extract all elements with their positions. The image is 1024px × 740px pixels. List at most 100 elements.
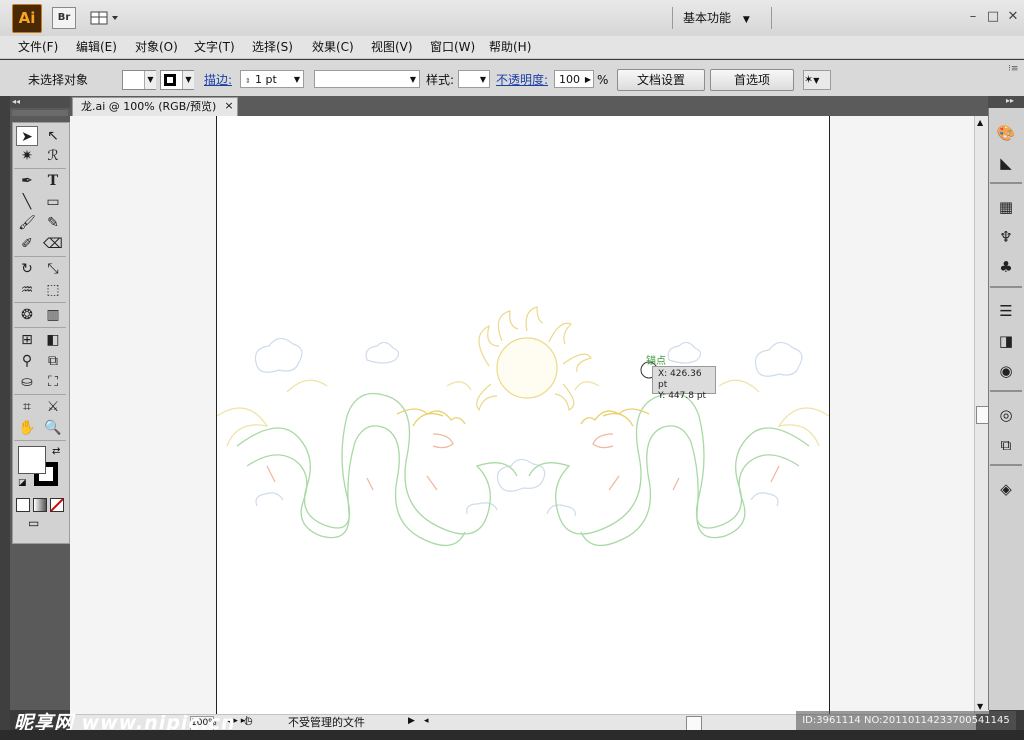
scroll-up-icon[interactable]: ▲ bbox=[977, 118, 983, 127]
color-guide-icon[interactable]: ◣ bbox=[994, 152, 1018, 174]
menu-file[interactable]: 文件(F) bbox=[18, 39, 58, 55]
horizontal-scroll-thumb[interactable] bbox=[686, 716, 702, 731]
none-mode-icon[interactable] bbox=[50, 498, 64, 512]
screen-mode-icon[interactable]: ▭ bbox=[28, 516, 48, 530]
menu-view[interactable]: 视图(V) bbox=[371, 39, 413, 55]
stroke-label[interactable]: 描边: bbox=[204, 73, 232, 87]
line-tool-icon[interactable]: ╲ bbox=[16, 192, 38, 212]
tools-grip[interactable] bbox=[12, 110, 68, 116]
menu-window[interactable]: 窗口(W) bbox=[430, 39, 475, 55]
rotate-tool-icon[interactable]: ↻ bbox=[16, 259, 38, 279]
document-setup-button[interactable]: 文档设置 bbox=[617, 69, 705, 91]
stroke-color-icon bbox=[164, 74, 176, 86]
menu-bar: 文件(F) 编辑(E) 对象(O) 文字(T) 选择(S) 效果(C) 视图(V… bbox=[0, 36, 1024, 59]
panel-divider bbox=[990, 464, 1022, 466]
title-bar: Ai Br 基本功能 ▼ – □ ✕ bbox=[0, 0, 1024, 37]
arrange-documents-button[interactable] bbox=[88, 7, 122, 29]
eraser-tool-icon[interactable]: ⌫ bbox=[42, 234, 64, 254]
document-tab[interactable]: 龙.ai @ 100% (RGB/预览) bbox=[72, 97, 238, 116]
fill-swatch[interactable]: ▼ bbox=[122, 70, 156, 90]
transparency-panel-icon[interactable]: ◉ bbox=[994, 360, 1018, 382]
gradient-tool-icon[interactable]: ◧ bbox=[42, 330, 64, 350]
swap-colors-icon[interactable]: ⇄ bbox=[52, 446, 60, 457]
live-paint-selection-tool-icon[interactable]: ⛶ bbox=[42, 372, 64, 392]
vertical-scrollbar[interactable]: ▲ ▼ bbox=[974, 116, 989, 714]
panel-menu-icon[interactable]: ⁝≡ bbox=[1008, 64, 1018, 74]
menu-effect[interactable]: 效果(C) bbox=[312, 39, 354, 55]
maximize-button[interactable]: □ bbox=[984, 8, 1002, 26]
mesh-tool-icon[interactable]: ⊞ bbox=[16, 330, 38, 350]
zoom-tool-icon[interactable]: 🔍 bbox=[42, 418, 64, 438]
tools-divider bbox=[14, 440, 66, 441]
artboard-tool-icon[interactable]: ⌗ bbox=[16, 397, 38, 417]
paintbrush-tool-icon[interactable]: 🖌 bbox=[16, 213, 38, 233]
close-tab-icon[interactable]: × bbox=[222, 98, 236, 114]
gradient-mode-icon[interactable] bbox=[33, 498, 47, 512]
scroll-left-icon[interactable]: ◂ bbox=[424, 716, 429, 726]
blob-brush-tool-icon[interactable]: ✐ bbox=[16, 234, 38, 254]
blend-tool-icon[interactable]: ⧉ bbox=[42, 351, 64, 371]
stroke-weight-field[interactable]: ⇕ 1 pt ▼ bbox=[240, 70, 304, 88]
stroke-panel-icon[interactable]: ☰ bbox=[994, 300, 1018, 322]
rectangle-tool-icon[interactable]: ▭ bbox=[42, 192, 64, 212]
menu-select[interactable]: 选择(S) bbox=[252, 39, 293, 55]
document-arrange-button[interactable]: ✶▼ bbox=[803, 70, 831, 90]
symbol-sprayer-tool-icon[interactable]: ❂ bbox=[16, 305, 38, 325]
swatches-panel-icon[interactable]: ▦ bbox=[994, 196, 1018, 218]
opacity-label[interactable]: 不透明度: bbox=[496, 73, 548, 87]
symbols-panel-icon[interactable]: ♣ bbox=[994, 256, 1018, 278]
column-graph-tool-icon[interactable]: ▥ bbox=[42, 305, 64, 325]
preferences-button[interactable]: 首选项 bbox=[710, 69, 794, 91]
color-mode-icon[interactable] bbox=[16, 498, 30, 512]
panel-divider bbox=[990, 182, 1022, 184]
color-panel-icon[interactable]: 🎨 bbox=[994, 122, 1018, 144]
menu-type[interactable]: 文字(T) bbox=[194, 39, 235, 55]
status-arrow-icon[interactable]: ▶ bbox=[408, 716, 415, 726]
selection-tool-icon[interactable]: ➤ bbox=[16, 126, 38, 146]
menu-edit[interactable]: 编辑(E) bbox=[76, 39, 117, 55]
live-paint-bucket-tool-icon[interactable]: ⛀ bbox=[16, 372, 38, 392]
close-window-button[interactable]: ✕ bbox=[1004, 8, 1022, 26]
control-bar: 未选择对象 ▼ ▼ 描边: ⇕ 1 pt ▼ ▼ 样式: ▼ 不透明度: 100 … bbox=[0, 60, 1024, 97]
eyedropper-tool-icon[interactable]: ⚲ bbox=[16, 351, 38, 371]
stroke-swatch[interactable]: ▼ bbox=[160, 70, 194, 90]
magic-wand-tool-icon[interactable]: ✷ bbox=[16, 146, 38, 166]
stepper-icon: ⇕ bbox=[245, 77, 251, 85]
graphic-styles-panel-icon[interactable]: ⧉ bbox=[994, 434, 1018, 456]
scroll-down-icon[interactable]: ▼ bbox=[977, 702, 983, 711]
tooltip-y: Y: 447.8 pt bbox=[658, 391, 707, 401]
layers-panel-icon[interactable]: ◈ bbox=[994, 478, 1018, 500]
menu-help[interactable]: 帮助(H) bbox=[489, 39, 531, 55]
gradient-panel-icon[interactable]: ◨ bbox=[994, 330, 1018, 352]
brushes-panel-icon[interactable]: ♆ bbox=[994, 226, 1018, 248]
warp-tool-icon[interactable]: ♒ bbox=[16, 280, 38, 300]
tools-divider bbox=[14, 327, 66, 328]
chevron-down-icon: ▼ bbox=[479, 75, 486, 84]
default-colors-icon[interactable]: ◪ bbox=[18, 478, 27, 488]
appearance-panel-icon[interactable]: ◎ bbox=[994, 404, 1018, 426]
free-transform-tool-icon[interactable]: ⬚ bbox=[42, 280, 64, 300]
pencil-tool-icon[interactable]: ✎ bbox=[42, 213, 64, 233]
artboard[interactable] bbox=[216, 116, 830, 714]
menu-object[interactable]: 对象(O) bbox=[135, 39, 178, 55]
slice-tool-icon[interactable]: ⚔ bbox=[42, 397, 64, 417]
fill-color-swatch-front[interactable] bbox=[18, 446, 46, 474]
status-menu-icon[interactable]: ◷ bbox=[244, 716, 258, 729]
type-tool-icon[interactable]: T bbox=[42, 171, 64, 191]
graphic-style-dropdown[interactable]: ▼ bbox=[458, 70, 490, 88]
scale-tool-icon[interactable]: ⤡ bbox=[42, 259, 64, 279]
opacity-field[interactable]: 100 ▶ bbox=[554, 70, 594, 88]
workspace-switcher[interactable]: 基本功能 ▼ bbox=[672, 7, 772, 29]
expand-panels-icon[interactable]: ▸▸ bbox=[1006, 96, 1014, 105]
tools-panel-collapse[interactable]: ◂◂ bbox=[10, 96, 70, 108]
tools-divider bbox=[14, 302, 66, 303]
hand-tool-icon[interactable]: ✋ bbox=[16, 418, 38, 438]
bridge-button[interactable]: Br bbox=[52, 7, 76, 29]
brush-definition-dropdown[interactable]: ▼ bbox=[314, 70, 420, 88]
minimize-button[interactable]: – bbox=[964, 8, 982, 26]
pen-tool-icon[interactable]: ✒ bbox=[16, 171, 38, 191]
lasso-tool-icon[interactable]: ℛ bbox=[42, 146, 64, 166]
chevron-down-icon: ▼ bbox=[144, 71, 156, 89]
file-status: 不受管理的文件 bbox=[288, 716, 365, 729]
direct-selection-tool-icon[interactable]: ↖ bbox=[42, 126, 64, 146]
